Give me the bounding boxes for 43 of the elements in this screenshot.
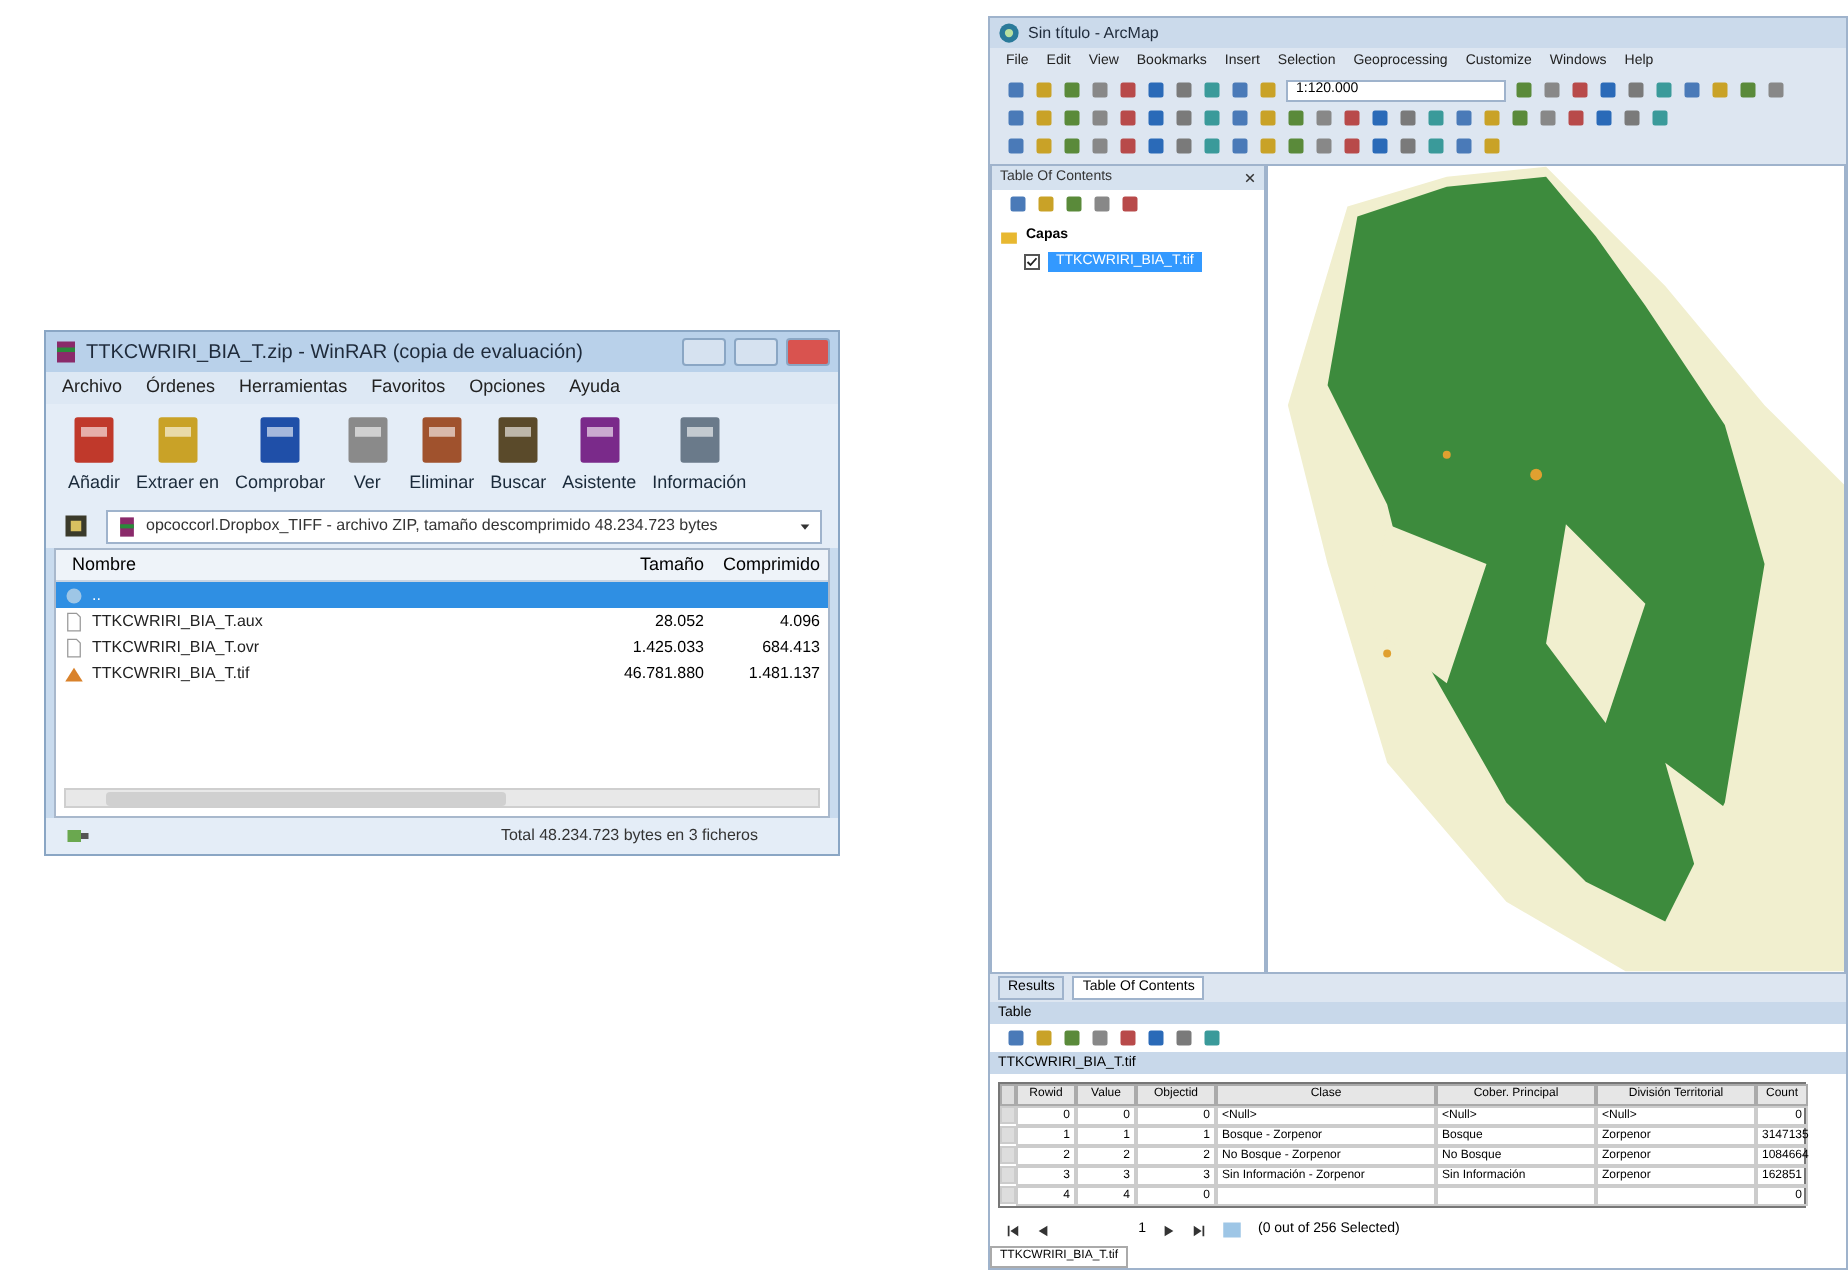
archive-icon [116, 515, 138, 537]
folder-icon [1000, 227, 1018, 246]
file-row[interactable]: TTKCWRIRI_BIA_T.ovr 1.425.033 684.413 [56, 634, 828, 660]
toolbar-button[interactable]: Añadir [62, 413, 127, 496]
toolbar-button[interactable]: Información [646, 413, 753, 496]
header-corner [1000, 1084, 1016, 1106]
menu-item[interactable]: Opciones [469, 374, 546, 402]
horizontal-scrollbar[interactable] [64, 788, 820, 808]
maximize-button[interactable] [734, 338, 778, 366]
column-header[interactable]: Comprimido [712, 551, 828, 579]
tool-icon [68, 413, 120, 465]
status-text: Total 48.234.723 bytes en 3 ficheros [500, 824, 758, 848]
table-icon [1222, 1220, 1242, 1240]
menu-item[interactable]: Órdenes [146, 374, 216, 402]
column-header[interactable]: Nombre [56, 551, 600, 579]
image-file-icon [64, 663, 84, 683]
window-title: TTKCWRIRI_BIA_T.zip - WinRAR (copia de evaluación) [86, 339, 585, 367]
path-field[interactable]: opcoccorl.Dropbox_TIFF - archivo ZIP, tamaño descomprimido 48.234.723 bytes [106, 509, 822, 543]
dropdown-arrow-icon [798, 519, 812, 533]
checkmark-icon [1026, 255, 1038, 268]
previous-record-icon[interactable] [1036, 1223, 1050, 1237]
close-icon[interactable] [1244, 172, 1256, 184]
globe-icon [998, 22, 1020, 44]
menu-item[interactable]: Archivo [62, 374, 123, 402]
column-header[interactable]: Tamaño [600, 551, 712, 579]
layer-checkbox[interactable] [1024, 253, 1040, 270]
menu-item[interactable]: Favoritos [371, 374, 446, 402]
menu-item[interactable]: Ayuda [569, 374, 620, 402]
toolbar-button[interactable]: Ver [335, 413, 400, 496]
toolbar-button[interactable]: Eliminar [403, 413, 481, 496]
file-row[interactable]: TTKCWRIRI_BIA_T.aux 28.052 4.096 [56, 608, 828, 634]
toolbar-button[interactable]: Comprobar [229, 413, 332, 496]
first-record-icon[interactable] [1006, 1223, 1020, 1237]
toolbar-button[interactable]: Buscar [484, 413, 553, 496]
toolbar-button[interactable]: Extraer en [130, 413, 226, 496]
toolbar-button[interactable]: Asistente [556, 413, 643, 496]
window-title: Sin título - ArcMap [1028, 21, 1159, 45]
minimize-button[interactable] [682, 338, 726, 366]
file-row[interactable]: TTKCWRIRI_BIA_T.tif 46.781.880 1.481.137 [56, 660, 828, 686]
next-record-icon[interactable] [1162, 1223, 1176, 1237]
menu-item[interactable]: Herramientas [239, 374, 348, 402]
close-button[interactable] [786, 338, 830, 366]
last-record-icon[interactable] [1192, 1223, 1206, 1237]
